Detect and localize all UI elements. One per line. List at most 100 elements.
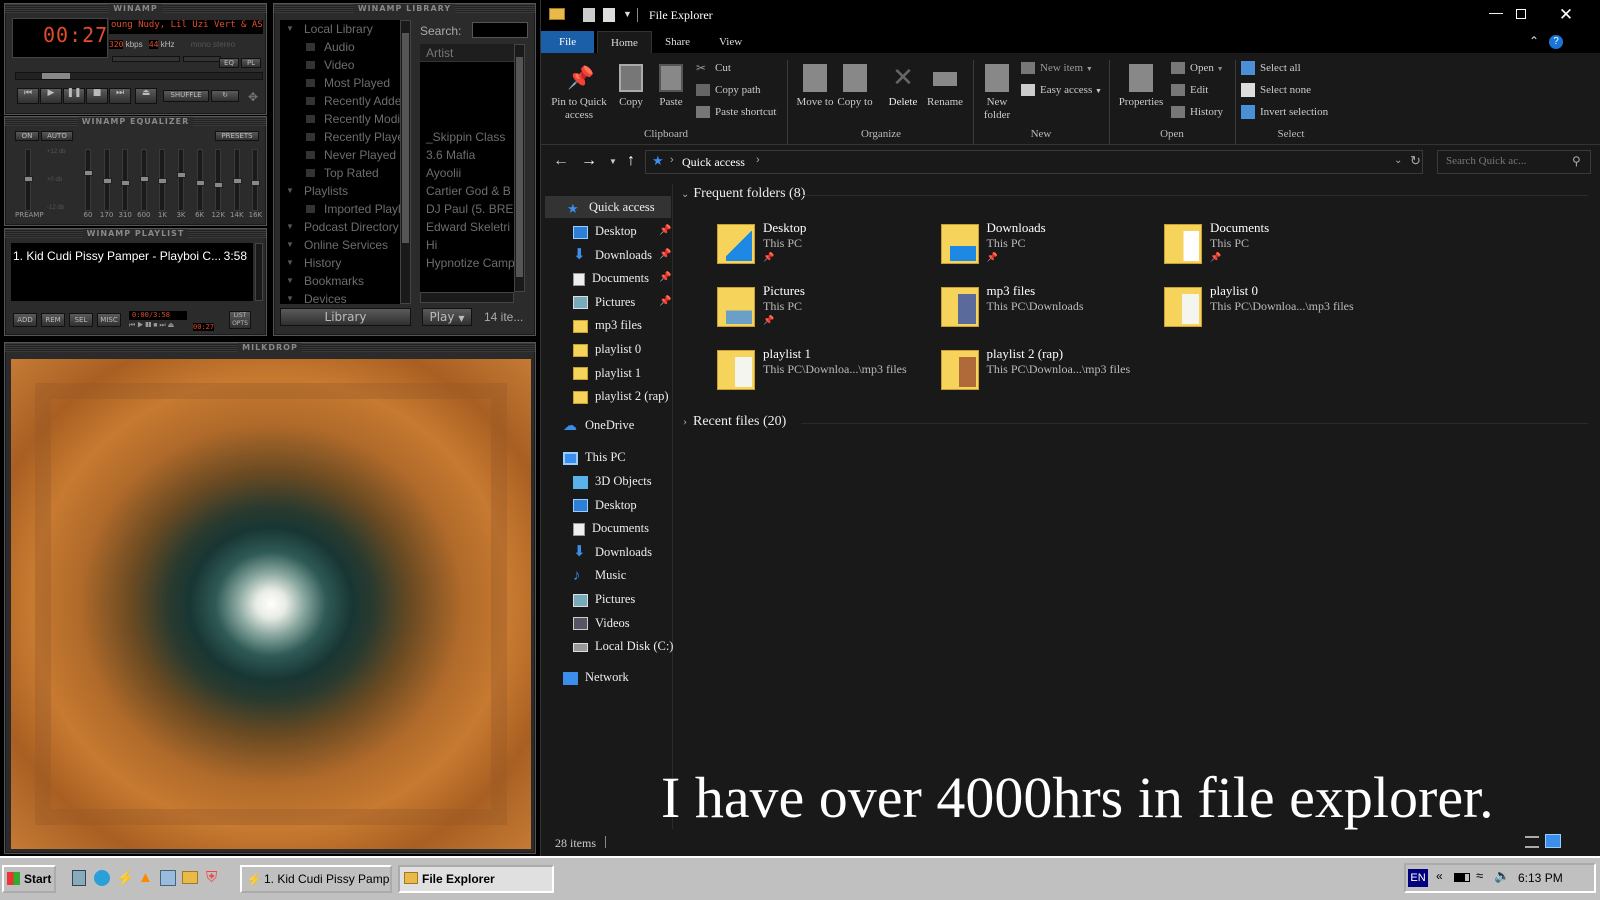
recent-locations-icon[interactable]: ▼ bbox=[609, 157, 617, 166]
library-tree-item[interactable]: ▼ Online Services bbox=[280, 236, 402, 254]
artist-item[interactable]: DJ Paul (5. BRE bbox=[420, 200, 516, 218]
tray-expand-icon[interactable]: « bbox=[1436, 869, 1443, 883]
tree-expand-icon[interactable]: ▼ bbox=[286, 182, 294, 200]
library-button[interactable]: Library bbox=[280, 308, 411, 326]
playlist-add-button[interactable]: ADD bbox=[13, 313, 37, 327]
nav-quick-item[interactable]: Documents bbox=[573, 267, 649, 289]
copy-to-button[interactable]: Copy to bbox=[837, 64, 873, 109]
library-tree-item[interactable]: Recently Played bbox=[280, 128, 402, 146]
battery-icon[interactable] bbox=[1454, 873, 1470, 882]
delete-button[interactable]: ✕ Delete bbox=[883, 64, 923, 109]
collapse-ribbon-icon[interactable]: ⌃ bbox=[1529, 34, 1539, 48]
move-to-button[interactable]: Move to bbox=[795, 64, 835, 109]
eq-band-knob[interactable] bbox=[251, 180, 261, 186]
library-tree-item[interactable]: Video bbox=[280, 56, 402, 74]
playlist-sel-button[interactable]: SEL bbox=[69, 313, 93, 327]
eq-band-knob[interactable] bbox=[121, 180, 131, 186]
search-box[interactable]: Search Quick ac... ⚲ bbox=[1437, 150, 1591, 174]
rename-button[interactable]: Rename bbox=[925, 64, 965, 109]
language-indicator[interactable]: EN bbox=[1408, 869, 1428, 887]
tree-expand-icon[interactable]: ▼ bbox=[286, 218, 294, 236]
play-button[interactable]: ▶ bbox=[40, 88, 62, 104]
artist-item[interactable]: Edward Skeletri bbox=[420, 218, 516, 236]
frequent-folders-header[interactable]: ⌄ Frequent folders (8) bbox=[681, 186, 805, 202]
eq-band-slider[interactable] bbox=[84, 149, 93, 211]
repeat-button[interactable]: ↻ bbox=[211, 90, 239, 102]
eq-on-button[interactable]: ON bbox=[15, 131, 39, 141]
playlist-mini-controls[interactable]: ⏮ ▶ ❚❚ ■ ⏭ ⏏ bbox=[129, 321, 174, 330]
edit-button[interactable]: Edit bbox=[1171, 80, 1208, 100]
new-folder-button[interactable]: New folder bbox=[977, 64, 1017, 122]
eq-band-knob[interactable] bbox=[195, 180, 205, 186]
eject-button[interactable]: ⏏ bbox=[135, 88, 157, 104]
nav-quick-item[interactable]: playlist 1 bbox=[573, 362, 641, 384]
new-folder-qat-icon[interactable] bbox=[603, 8, 615, 22]
artist-item[interactable]: Cartier God & B bbox=[420, 182, 516, 200]
library-tree-item[interactable]: ▼ Devices bbox=[280, 290, 402, 304]
library-tree-item[interactable]: ▼ History bbox=[280, 254, 402, 272]
library-tree-scroll-thumb[interactable] bbox=[402, 33, 409, 243]
volume-icon[interactable]: 🔉 bbox=[1494, 868, 1510, 884]
nav-pc-item[interactable]: ♪ Music bbox=[573, 564, 626, 586]
library-titlebar[interactable]: WINAMP LIBRARY bbox=[274, 4, 535, 13]
nav-this-pc[interactable]: This PC bbox=[563, 446, 626, 468]
eq-band-knob[interactable] bbox=[177, 172, 186, 178]
tree-expand-icon[interactable]: ▼ bbox=[286, 20, 294, 38]
eq-band-knob[interactable] bbox=[158, 178, 168, 184]
tab-view[interactable]: View bbox=[707, 31, 754, 53]
eq-band-knob[interactable] bbox=[84, 170, 93, 176]
playlist-scrollbar[interactable] bbox=[255, 243, 263, 301]
library-tree-item[interactable]: ▼ Playlists bbox=[280, 182, 402, 200]
eq-band-slider[interactable] bbox=[214, 149, 224, 211]
eq-toggle-button[interactable]: EQ bbox=[219, 58, 239, 68]
equalizer-titlebar[interactable]: WINAMP EQUALIZER bbox=[5, 117, 266, 126]
eq-band-slider[interactable] bbox=[251, 149, 261, 211]
clock[interactable]: 6:13 PM bbox=[1518, 871, 1563, 885]
recent-files-header[interactable]: › Recent files (20) bbox=[683, 414, 786, 430]
history-button[interactable]: History bbox=[1171, 102, 1223, 122]
nav-pc-item[interactable]: 3D Objects bbox=[573, 470, 652, 492]
artist-column-header[interactable]: Artist bbox=[420, 44, 516, 62]
properties-qat-icon[interactable] bbox=[583, 8, 595, 22]
task-winamp[interactable]: ⚡ 1. Kid Cudi Pissy Pamper ... bbox=[240, 865, 392, 893]
nav-quick-item[interactable]: Pictures bbox=[573, 291, 635, 313]
time-display[interactable]: 00:27 bbox=[12, 18, 108, 58]
balance-slider[interactable] bbox=[183, 56, 221, 62]
address-bar[interactable]: ★ › Quick access › ⌄ ↻ bbox=[645, 150, 1423, 174]
library-tree-item[interactable]: ▼ Bookmarks bbox=[280, 272, 402, 290]
previous-button[interactable]: ⏮ bbox=[17, 88, 39, 104]
artist-hscrollbar[interactable] bbox=[420, 292, 514, 303]
nav-quick-item[interactable]: playlist 2 (rap) bbox=[573, 385, 669, 407]
select-all-button[interactable]: Select all bbox=[1241, 58, 1301, 78]
artist-scrollbar[interactable] bbox=[514, 44, 525, 292]
library-tree-item[interactable]: Top Rated bbox=[280, 164, 402, 182]
library-tree-item[interactable]: Audio bbox=[280, 38, 402, 56]
task-file-explorer[interactable]: File Explorer bbox=[398, 865, 554, 893]
up-arrow-icon[interactable]: ↑ bbox=[627, 152, 635, 170]
brave-icon[interactable]: ⛨ bbox=[206, 869, 217, 886]
eq-band-slider[interactable] bbox=[158, 149, 168, 211]
winamp-titlebar[interactable]: WINAMP bbox=[5, 4, 266, 13]
refresh-icon[interactable]: ↻ bbox=[1410, 153, 1421, 169]
milkdrop-titlebar[interactable]: MILKDROP bbox=[5, 343, 535, 352]
folder-tile[interactable]: playlist 0 This PC\Downloa...\mp3 files bbox=[1164, 281, 1374, 337]
invert-selection-button[interactable]: Invert selection bbox=[1241, 102, 1328, 122]
nav-pc-item[interactable]: Pictures bbox=[573, 588, 635, 610]
winamp-logo-icon[interactable]: ✥ bbox=[248, 90, 262, 104]
next-button[interactable]: ⏭ bbox=[109, 88, 131, 104]
tree-expand-icon[interactable]: ▼ bbox=[286, 236, 294, 254]
explorer-titlebar[interactable]: ▼ File Explorer — ✕ bbox=[541, 0, 1600, 31]
nav-pc-item[interactable]: Desktop bbox=[573, 494, 637, 516]
help-icon[interactable]: ? bbox=[1549, 35, 1563, 49]
pl-toggle-button[interactable]: PL bbox=[241, 58, 261, 68]
copy-button[interactable]: Copy bbox=[613, 64, 649, 109]
start-button[interactable]: Start bbox=[2, 865, 56, 893]
eq-auto-button[interactable]: AUTO bbox=[41, 131, 73, 141]
eq-band-knob[interactable] bbox=[232, 178, 242, 184]
folder-tile[interactable]: Downloads This PC 📌 bbox=[940, 218, 1151, 274]
seek-thumb[interactable] bbox=[42, 73, 70, 79]
folder-tile[interactable]: Pictures This PC 📌 bbox=[717, 281, 927, 337]
library-tree-item[interactable]: Recently Modified bbox=[280, 110, 402, 128]
playlist-entry[interactable]: 1. Kid Cudi Pissy Pamper - Playboi C... … bbox=[13, 249, 251, 263]
nav-quick-item[interactable]: mp3 files bbox=[573, 314, 642, 336]
